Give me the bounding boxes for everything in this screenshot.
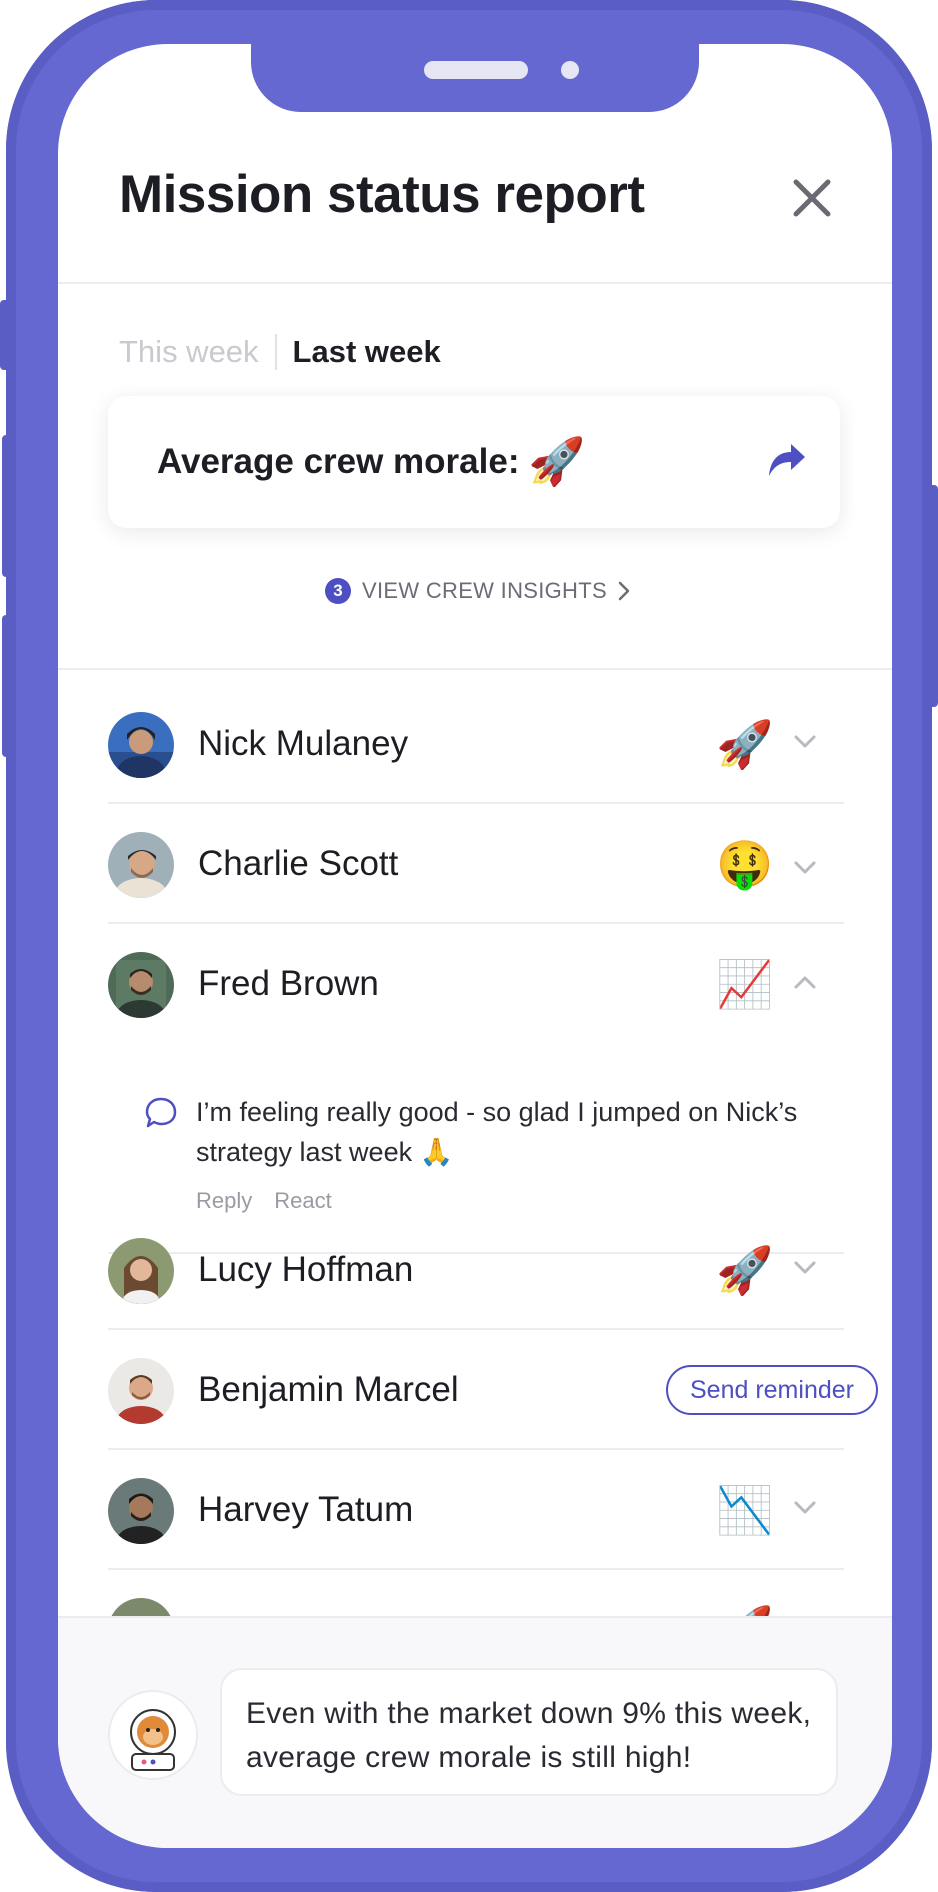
- monkey-astronaut-avatar: [108, 1690, 198, 1780]
- chart-decreasing-icon: 📉: [716, 1484, 774, 1536]
- insights-count-badge: 3: [325, 578, 351, 604]
- chevron-down-icon[interactable]: [793, 1260, 817, 1276]
- tab-this-week[interactable]: This week: [119, 334, 259, 370]
- morale-label: Average crew morale:: [157, 442, 520, 481]
- rocket-icon: 🚀: [528, 435, 586, 487]
- header-divider: [58, 282, 892, 284]
- crew-name: Nick Mulaney: [198, 724, 409, 763]
- rocket-icon: 🚀: [716, 1244, 774, 1296]
- assistant-footer: Even with the market down 9% this week, …: [58, 1616, 892, 1848]
- chevron-down-icon[interactable]: [793, 860, 817, 876]
- avatar: [108, 832, 174, 898]
- send-reminder-button[interactable]: Send reminder: [666, 1365, 878, 1415]
- page-title: Mission status report: [119, 165, 645, 224]
- speaker-icon: [424, 61, 528, 79]
- phone-frame: Mission status report This week Last wee…: [6, 0, 932, 1892]
- section-divider: [58, 668, 892, 670]
- avatar: [108, 1358, 174, 1424]
- close-icon[interactable]: [792, 178, 832, 218]
- share-icon[interactable]: [767, 442, 807, 478]
- assistant-message-bubble: Even with the market down 9% this week, …: [220, 1668, 838, 1796]
- chart-increasing-icon: 📈: [716, 958, 774, 1010]
- comment-icon: [145, 1097, 177, 1128]
- crew-name: Benjamin Marcel: [198, 1370, 459, 1409]
- morale-card: Average crew morale: 🚀: [108, 396, 840, 528]
- chevron-down-icon[interactable]: [793, 734, 817, 750]
- crew-name: Harvey Tatum: [198, 1490, 414, 1529]
- crew-name: Charlie Scott: [198, 844, 399, 883]
- comment-text: I’m feeling really good - so glad I jump…: [196, 1097, 798, 1167]
- view-crew-insights-link[interactable]: 3 VIEW CREW INSIGHTS: [325, 578, 630, 604]
- avatar: [108, 1478, 174, 1544]
- avatar: [108, 1238, 174, 1304]
- phone-notch: [251, 44, 699, 112]
- week-tabs: This week Last week: [119, 334, 441, 370]
- crew-row-fred-brown[interactable]: Fred Brown 📈: [108, 924, 844, 1044]
- crew-row-harvey-tatum[interactable]: Harvey Tatum 📉: [108, 1450, 844, 1570]
- crew-row-nick-mulaney[interactable]: Nick Mulaney 🚀: [108, 684, 844, 804]
- tab-separator: [274, 334, 277, 370]
- crew-name: Fred Brown: [198, 964, 379, 1003]
- money-mouth-face-icon: 🤑: [716, 838, 774, 890]
- phone-screen: Mission status report This week Last wee…: [58, 44, 892, 1848]
- avatar: [108, 712, 174, 778]
- chevron-up-icon[interactable]: [793, 974, 817, 990]
- chevron-down-icon[interactable]: [793, 1500, 817, 1516]
- crew-name: Lucy Hoffman: [198, 1250, 414, 1289]
- chevron-right-icon: [618, 581, 630, 601]
- crew-row-lucy-hoffman[interactable]: Lucy Hoffman 🚀: [108, 1210, 844, 1330]
- insights-label: VIEW CREW INSIGHTS: [362, 578, 607, 603]
- crew-row-benjamin-marcel: Benjamin Marcel Send reminder: [108, 1330, 878, 1450]
- avatar: [108, 952, 174, 1018]
- crew-row-charlie-scott[interactable]: Charlie Scott 🤑: [108, 804, 844, 924]
- camera-icon: [561, 61, 579, 79]
- rocket-icon: 🚀: [716, 718, 774, 770]
- tab-last-week[interactable]: Last week: [293, 334, 441, 370]
